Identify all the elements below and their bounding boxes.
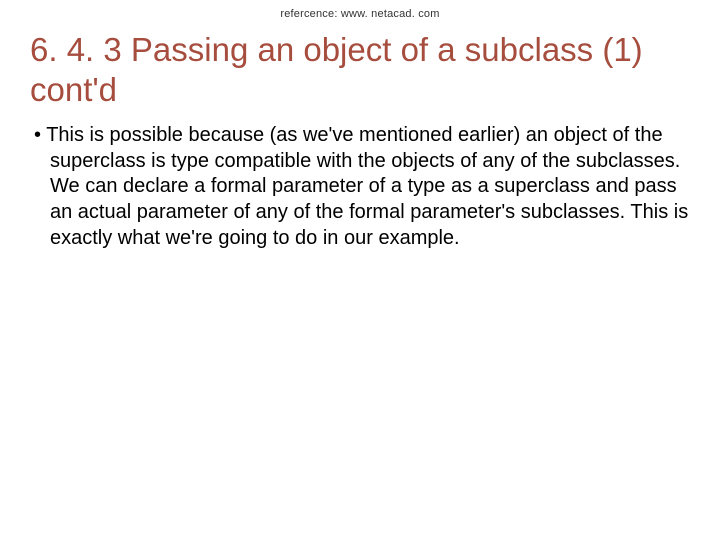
reference-line: refercence: www. netacad. com [30,0,690,20]
bullet-item: This is possible because (as we've menti… [34,123,690,251]
slide-body: This is possible because (as we've menti… [30,123,690,251]
bullet-list: This is possible because (as we've menti… [30,123,690,251]
slide-title: 6. 4. 3 Passing an object of a subclass … [30,30,690,109]
slide: refercence: www. netacad. com 6. 4. 3 Pa… [0,0,720,540]
